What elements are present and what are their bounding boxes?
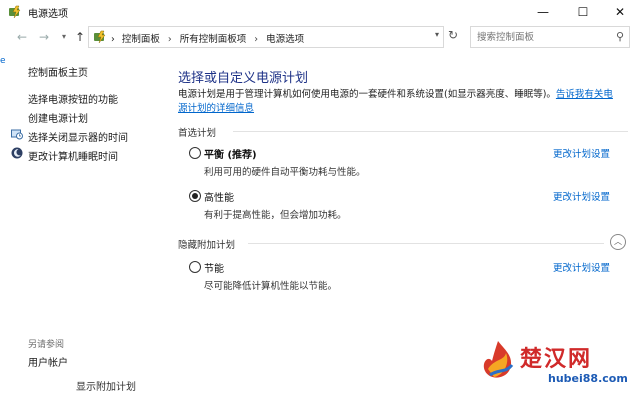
sidebar-item-user-accounts[interactable]: 用户帐户 [28, 354, 68, 369]
breadcrumb-separator: › [111, 34, 115, 45]
search-input[interactable] [471, 27, 607, 47]
breadcrumb-all-items[interactable]: 所有控制面板项 [180, 34, 247, 45]
collapse-chevron-icon[interactable]: ︿ [610, 234, 626, 250]
plan-description: 利用可用的硬件自动平衡功耗与性能。 [204, 167, 366, 178]
change-plan-settings-link[interactable]: 更改计划设置 [553, 189, 610, 203]
intro-text: 电源计划是用于管理计算机如何使用电源的一套硬件和系统设置(如显示器亮度、睡眠等)… [178, 89, 556, 100]
breadcrumb-control-panel[interactable]: 控制面板 [122, 34, 160, 45]
section-divider [233, 131, 628, 132]
up-arrow-icon[interactable]: ↑ [72, 29, 88, 45]
plan-radio-selected[interactable] [189, 190, 201, 202]
power-options-icon [9, 5, 21, 19]
recent-locations-chevron-icon[interactable]: ▾ [56, 29, 72, 45]
plan-description: 尽可能降低计算机性能以节能。 [204, 281, 338, 292]
watermark-brand: 楚汉网 [520, 346, 593, 372]
breadcrumb-power-options[interactable]: 电源选项 [266, 34, 304, 45]
close-button[interactable]: ✕ [597, 0, 640, 24]
search-icon[interactable]: ⚲ [616, 30, 624, 43]
watermark-logo-icon [483, 341, 514, 378]
sidebar-item-power-buttons[interactable]: 选择电源按钮的功能 [28, 91, 118, 106]
plan-name[interactable]: 节能 [204, 260, 224, 275]
control-panel-window: 电源选项 — ☐ ✕ ← → ▾ ↑ › 控制面板 › 所有控制面板项 › 电源… [0, 0, 640, 393]
address-dropdown-icon[interactable]: ▾ [435, 30, 439, 39]
sidebar: 控制面板主页 选择电源按钮的功能 创建电源计划 选择关闭显示器的时间 更改计算机… [0, 50, 165, 388]
window-title: 电源选项 [28, 9, 68, 20]
plan-name[interactable]: 平衡 (推荐) [204, 146, 257, 161]
plan-radio[interactable] [189, 261, 201, 273]
sidebar-home-link[interactable]: 控制面板主页 [28, 64, 88, 79]
sidebar-item-sleep-time[interactable]: 更改计算机睡眠时间 [28, 148, 118, 163]
sidebar-item-display-off[interactable]: 选择关闭显示器的时间 [28, 129, 128, 144]
back-arrow-icon[interactable]: ← [14, 29, 30, 45]
intro-paragraph: 电源计划是用于管理计算机如何使用电源的一套硬件和系统设置(如显示器亮度、睡眠等)… [178, 88, 620, 116]
section-divider [248, 243, 604, 244]
watermark-url: hubei88.com [548, 372, 628, 385]
partial-overlay-text: 显示附加计划 [76, 382, 136, 393]
see-also-label: 另请参阅 [28, 340, 65, 350]
title-bar: 电源选项 — ☐ ✕ [0, 0, 640, 24]
navigation-bar: ← → ▾ ↑ › 控制面板 › 所有控制面板项 › 电源选项 ▾ ↻ ⚲ [0, 24, 640, 50]
hidden-plans-heading[interactable]: 隐藏附加计划 [178, 237, 235, 251]
refresh-icon[interactable]: ↻ [445, 28, 461, 46]
forward-arrow-icon[interactable]: → [36, 29, 52, 45]
page-title: 选择或自定义电源计划 [178, 71, 309, 86]
sidebar-item-create-plan[interactable]: 创建电源计划 [28, 110, 88, 125]
control-panel-icon [94, 30, 106, 44]
change-plan-settings-link[interactable]: 更改计划设置 [553, 260, 610, 274]
search-box[interactable]: ⚲ [470, 26, 630, 48]
watermark: 楚汉网 hubei88.com [470, 335, 640, 388]
plan-description: 有利于提高性能，但会增加功耗。 [204, 210, 347, 221]
breadcrumb-separator[interactable]: › [254, 34, 258, 45]
breadcrumb-separator[interactable]: › [168, 34, 172, 45]
change-plan-settings-link[interactable]: 更改计划设置 [553, 146, 610, 160]
plan-radio[interactable] [189, 147, 201, 159]
breadcrumb: › 控制面板 › 所有控制面板项 › 电源选项 [111, 31, 304, 45]
preferred-plans-heading: 首选计划 [178, 128, 217, 139]
display-clock-icon [11, 129, 23, 140]
moon-sleep-icon [11, 147, 23, 159]
plan-name[interactable]: 高性能 [204, 189, 234, 204]
address-bar[interactable]: › 控制面板 › 所有控制面板项 › 电源选项 ▾ [88, 26, 444, 48]
